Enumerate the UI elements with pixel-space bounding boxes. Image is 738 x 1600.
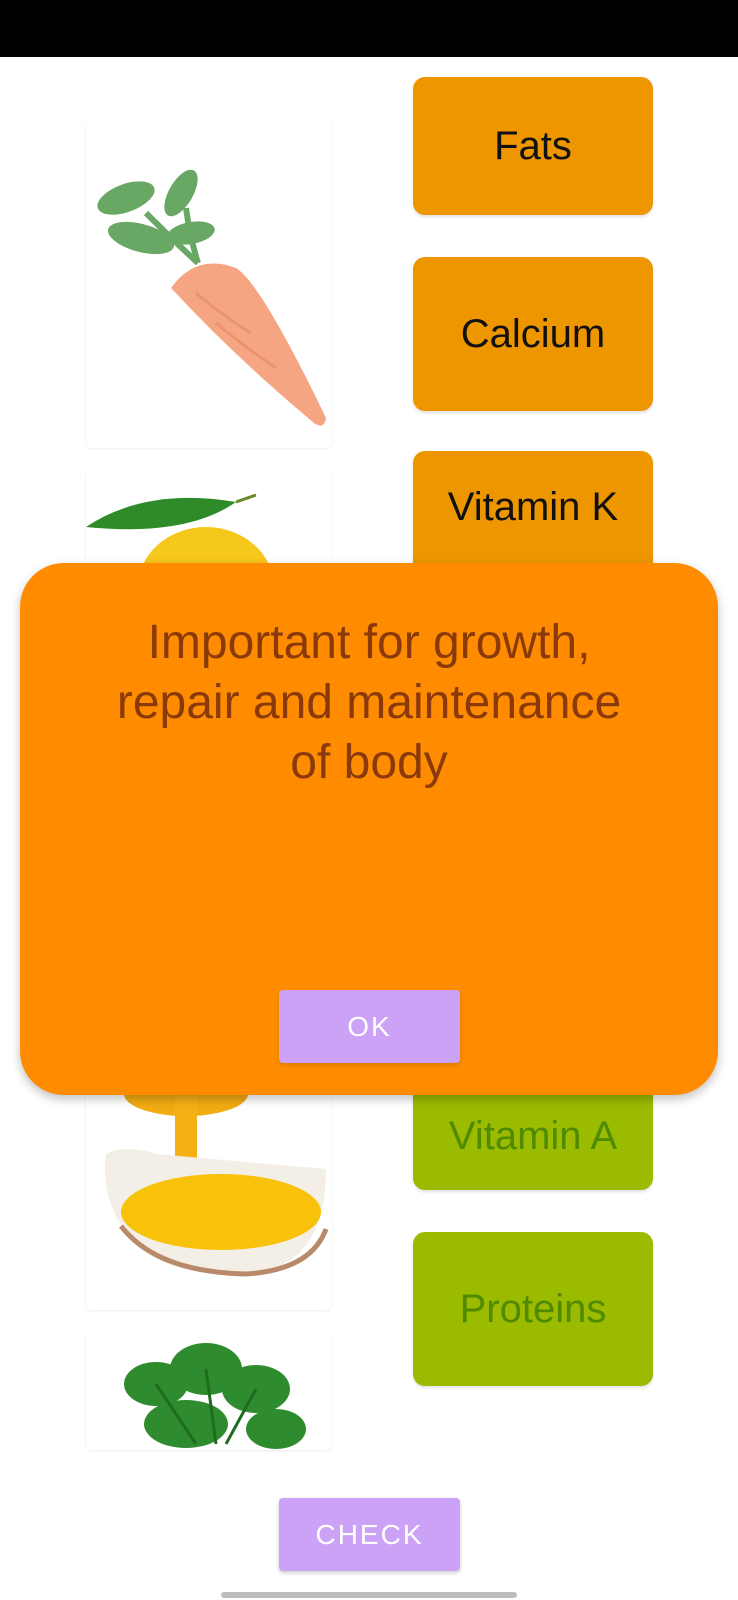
info-dialog: Important for growth, repair and mainten… bbox=[20, 563, 718, 1095]
food-card-spinach[interactable] bbox=[86, 1329, 332, 1450]
dialog-message: Important for growth, repair and mainten… bbox=[116, 616, 622, 789]
spinach-icon bbox=[124, 1343, 306, 1449]
nutrient-card-proteins[interactable]: Proteins bbox=[413, 1232, 653, 1386]
nutrient-card-calcium[interactable]: Calcium bbox=[413, 257, 653, 411]
nutrient-label: Fats bbox=[494, 124, 572, 168]
food-card-carrot[interactable] bbox=[86, 118, 332, 448]
nutrient-label: Vitamin A bbox=[448, 1114, 618, 1158]
ok-button[interactable]: OK bbox=[279, 990, 460, 1063]
carrot-icon bbox=[97, 169, 326, 426]
check-button[interactable]: CHECK bbox=[279, 1498, 460, 1571]
nutrient-card-fats[interactable]: Fats bbox=[413, 77, 653, 215]
status-bar bbox=[0, 0, 738, 57]
home-indicator[interactable] bbox=[221, 1592, 517, 1598]
nutrient-label: Calcium bbox=[460, 312, 606, 356]
nutrient-label: Proteins bbox=[459, 1287, 607, 1331]
nutrient-label: Vitamin K bbox=[447, 485, 619, 529]
